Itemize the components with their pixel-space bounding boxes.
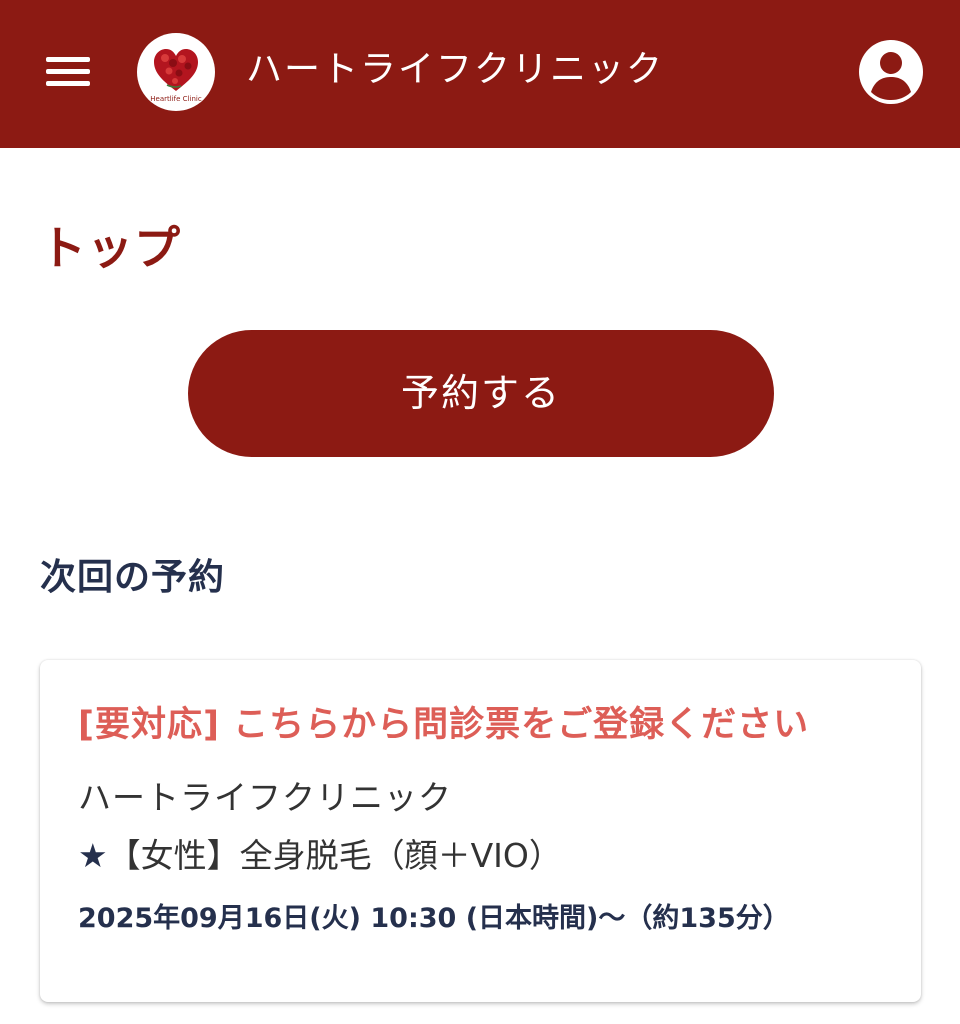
menu-button[interactable] <box>40 52 94 92</box>
logo-text: Heartlife Clinic <box>150 95 202 103</box>
app-title: ハートライフクリニック <box>246 49 665 90</box>
clinic-logo[interactable]: Heartlife Clinic <box>137 33 215 111</box>
reservation-menu-name: 【女性】全身脱毛（顔＋VIO） <box>107 836 562 875</box>
reservation-datetime: 2025年09月16日(火) 10:30 (日本時間)〜（約135分） <box>78 903 790 934</box>
account-button[interactable] <box>857 38 925 106</box>
star-icon: ★ <box>78 836 108 875</box>
account-circle-icon <box>859 40 923 104</box>
reservation-card[interactable]: [要対応] こちらから問診票をご登録ください ハートライフクリニック ★【女性】… <box>40 660 921 1002</box>
next-reservation-heading: 次回の予約 <box>40 557 226 598</box>
heart-logo-icon: Heartlife Clinic <box>150 49 202 103</box>
questionnaire-alert-link[interactable]: [要対応] こちらから問診票をご登録ください <box>78 700 809 750</box>
reservation-menu: ★【女性】全身脱毛（顔＋VIO） <box>78 832 562 880</box>
reserve-button[interactable]: 予約する <box>188 330 774 457</box>
page-title: トップ <box>40 221 181 275</box>
reservation-clinic-name: ハートライフクリニック <box>78 778 452 817</box>
app-bar: Heartlife Clinic ハートライフクリニック <box>0 0 960 148</box>
